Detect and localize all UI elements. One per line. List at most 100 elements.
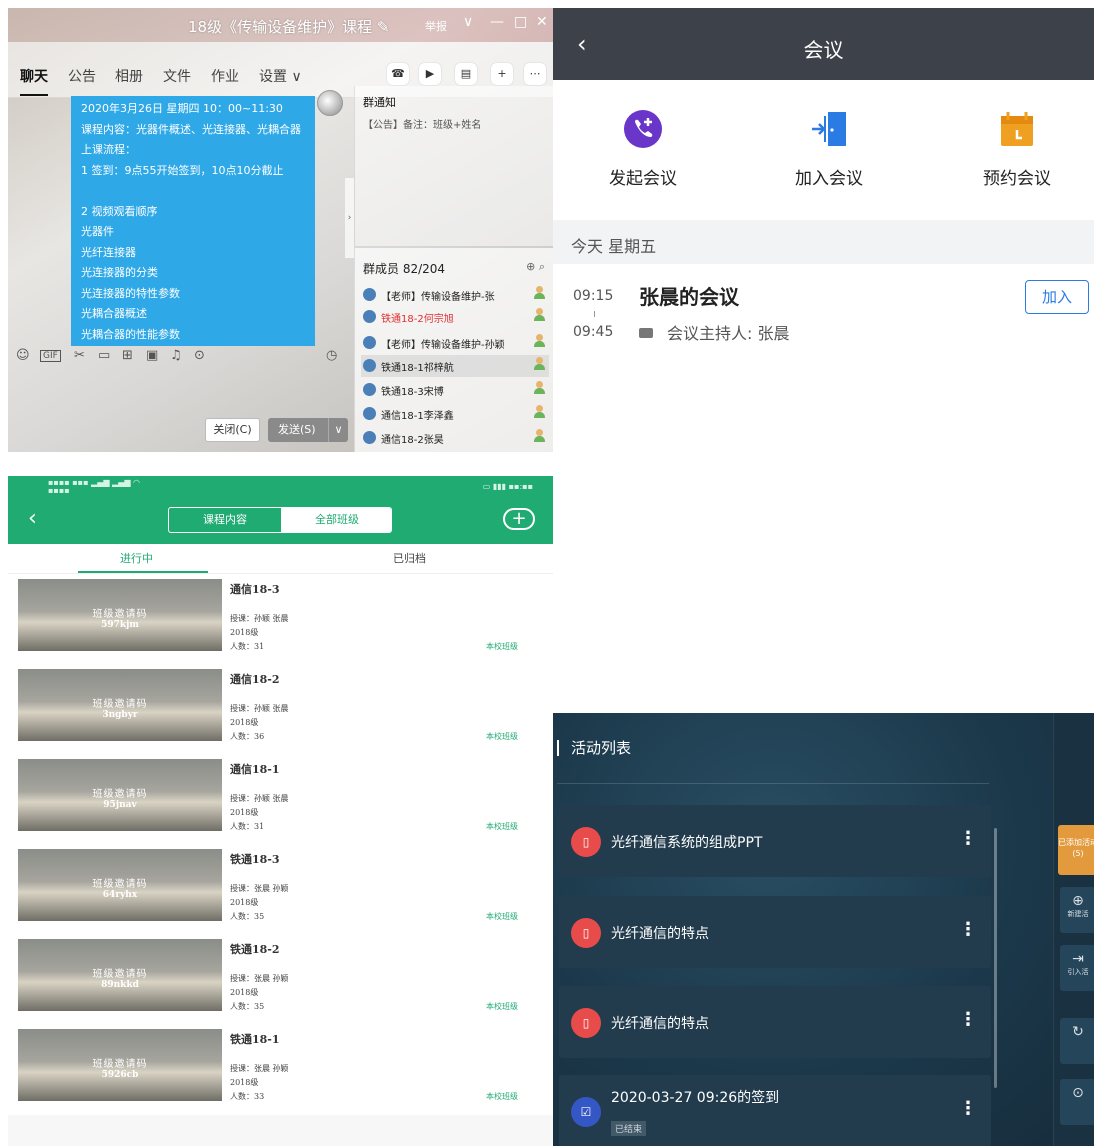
bell-icon[interactable]: ♫ xyxy=(170,348,182,363)
tab-all-classes[interactable]: 全部班级 xyxy=(281,508,391,532)
window-title-text: 18级《传输设备维护》课程 xyxy=(188,18,373,36)
member-rank-icon xyxy=(534,405,545,419)
more-vertical-icon[interactable]: ⋮ xyxy=(959,1010,977,1030)
gif-icon[interactable]: GIF xyxy=(40,350,61,362)
dropdown-icon[interactable]: ∨ xyxy=(463,14,473,30)
send-button[interactable]: 发送(S) ∨ xyxy=(268,418,348,442)
minimize-icon[interactable]: — xyxy=(490,14,504,30)
emoji-icon[interactable]: ☺ xyxy=(16,348,30,363)
status-badge: 已结束 xyxy=(611,1121,647,1136)
image-icon[interactable]: ▣ xyxy=(146,348,158,363)
activity-item[interactable]: ▯ 光纤通信的特点 ⋮ xyxy=(559,896,991,968)
screenshot-icon[interactable]: ⊞ xyxy=(122,348,133,363)
add-member-icon[interactable]: ⊕ xyxy=(526,260,535,273)
tab-files[interactable]: 文件 xyxy=(163,66,191,86)
folder-icon[interactable]: ▭ xyxy=(98,348,110,363)
screen-icon[interactable]: ▤ xyxy=(455,63,477,85)
start-meeting-button[interactable]: 发起会议 xyxy=(583,108,703,189)
member-row[interactable]: 通信18-1李泽鑫 xyxy=(361,403,549,425)
tab-homework[interactable]: 作业 xyxy=(211,66,239,86)
add-app-icon[interactable]: + xyxy=(491,63,513,85)
class-card[interactable]: 班级邀请码 597kjm 通信18-3 授课：孙颖 张晨 2018级 人数：31 … xyxy=(8,575,553,665)
tab-album[interactable]: 相册 xyxy=(115,66,143,86)
invite-code: 95jnav xyxy=(103,800,137,810)
new-activity-button[interactable]: ⊕ 新建活 xyxy=(1060,887,1094,933)
class-card[interactable]: 班级邀请码 5926cb 铁通18-1 授课：张晨 孙颖 2018级 人数：33 … xyxy=(8,1025,553,1115)
more-icon[interactable]: ⋯ xyxy=(524,63,546,85)
member-list: 群成员 82/204 ⊕ ⌕ 【老师】传输设备维护-张 铁通18-2何宗旭 【老… xyxy=(354,248,553,452)
camera-icon xyxy=(639,328,653,338)
message-line: 光耦合器概述 xyxy=(81,307,147,320)
avatar[interactable] xyxy=(317,90,343,116)
class-teacher: 授课：孙颖 张晨 xyxy=(230,704,289,713)
meeting-start-time: 09:15 xyxy=(573,288,614,304)
scrollbar[interactable] xyxy=(994,828,997,1088)
member-row[interactable]: 铁通18-3宋博 xyxy=(361,379,549,401)
message-line: 2 视频观看顺序 xyxy=(81,204,158,218)
schedule-meeting-button[interactable]: 预约会议 xyxy=(957,108,1077,189)
side-button[interactable]: ↻ xyxy=(1060,1018,1094,1064)
message-line: 光器件 xyxy=(81,225,114,238)
tab-course-content[interactable]: 课程内容 xyxy=(169,508,281,532)
plus-circle-icon: ⊕ xyxy=(1072,893,1084,909)
class-card[interactable]: 班级邀请码 64ryhx 铁通18-3 授课：张晨 孙颖 2018级 人数：35 … xyxy=(8,845,553,935)
more-vertical-icon[interactable]: ⋮ xyxy=(959,920,977,940)
class-count: 人数：35 xyxy=(230,1002,265,1011)
join-meeting-icon xyxy=(808,108,850,150)
class-card[interactable]: 班级邀请码 89nkkd 铁通18-2 授课：张晨 孙颖 2018级 人数：35 … xyxy=(8,935,553,1025)
class-card[interactable]: 班级邀请码 3ngbyr 通信18-2 授课：孙颖 张晨 2018级 人数：36 … xyxy=(8,665,553,755)
tab-announcement[interactable]: 公告 xyxy=(68,66,96,86)
member-row[interactable]: 通信18-2张昊 xyxy=(361,427,549,449)
close-button[interactable]: 关闭(C) xyxy=(205,418,260,442)
activity-item[interactable]: ☑ 2020-03-27 09:26的签到 已结束 ⋮ xyxy=(559,1075,991,1146)
meeting-name[interactable]: 张晨的会议 xyxy=(639,281,739,310)
member-name: 【老师】传输设备维护-孙颖 xyxy=(381,340,505,351)
tab-settings[interactable]: 设置 ∨ xyxy=(259,66,302,86)
chevron-down-icon[interactable]: ∨ xyxy=(328,418,348,442)
member-avatar xyxy=(363,336,376,349)
join-meeting-button[interactable]: 加入会议 xyxy=(769,108,889,189)
import-activity-button[interactable]: ⇥ 引入活 xyxy=(1060,945,1094,991)
import-icon: ⇥ xyxy=(1072,951,1084,967)
more-options-icon[interactable]: ⊙ xyxy=(194,348,205,363)
activity-item[interactable]: ▯ 光纤通信的特点 ⋮ xyxy=(559,986,991,1058)
member-rank-icon xyxy=(534,381,545,395)
added-activities-button[interactable]: 已添加活动 (5) xyxy=(1058,825,1094,875)
member-avatar xyxy=(363,431,376,444)
class-tag: 本校班级 xyxy=(486,732,518,741)
start-meeting-label: 发起会议 xyxy=(609,169,677,189)
scissors-icon[interactable]: ✂ xyxy=(74,348,85,363)
side-button[interactable]: ⊙ xyxy=(1060,1079,1094,1125)
member-row[interactable]: 铁通18-2何宗旭 xyxy=(361,306,549,328)
ppt-icon: ▯ xyxy=(571,1008,601,1038)
more-vertical-icon[interactable]: ⋮ xyxy=(959,829,977,849)
history-icon[interactable]: ◷ xyxy=(326,348,337,363)
carrier-info: ▪▪▪▪ ▪▪▪ ▂▄▆ ▂▄▆ ◠ ▪▪▪▪ xyxy=(48,478,141,495)
phone-icon[interactable]: ☎ xyxy=(387,63,409,85)
report-button[interactable]: 举报 xyxy=(425,18,447,34)
member-row[interactable]: 【老师】传输设备维护-张 xyxy=(361,284,549,306)
refresh-icon: ↻ xyxy=(1072,1024,1084,1040)
tab-archived[interactable]: 已归档 xyxy=(393,550,426,566)
settings-icon: ⊙ xyxy=(1072,1085,1084,1101)
collapse-panel-icon[interactable]: › xyxy=(345,178,354,258)
member-row[interactable]: 铁通18-1祁梓航 xyxy=(361,355,549,377)
close-icon[interactable]: ✕ xyxy=(536,14,548,30)
maximize-icon[interactable]: □ xyxy=(514,14,527,30)
added-label: 已添加活动 xyxy=(1058,838,1094,847)
activity-item[interactable]: ▯ 光纤通信系统的组成PPT ⋮ xyxy=(559,805,991,877)
video-icon[interactable]: ▶ xyxy=(419,63,441,85)
join-button[interactable]: 加入 xyxy=(1025,280,1089,314)
tab-chat[interactable]: 聊天 xyxy=(20,66,48,96)
member-avatar xyxy=(363,310,376,323)
search-icon[interactable]: ⌕ xyxy=(539,260,545,273)
message-line: 光纤连接器 xyxy=(81,245,136,259)
tab-ongoing[interactable]: 进行中 xyxy=(120,550,153,566)
member-row[interactable]: 【老师】传输设备维护-孙颖 xyxy=(361,332,549,354)
more-vertical-icon[interactable]: ⋮ xyxy=(959,1099,977,1119)
group-notice[interactable]: 群通知 【公告】备注：班级+姓名 xyxy=(354,86,553,246)
back-icon[interactable]: ‹ xyxy=(28,506,37,531)
class-card[interactable]: 班级邀请码 95jnav 通信18-1 授课：孙颖 张晨 2018级 人数：31 … xyxy=(8,755,553,845)
class-count: 人数：31 xyxy=(230,642,265,651)
add-icon[interactable]: + xyxy=(503,508,535,530)
